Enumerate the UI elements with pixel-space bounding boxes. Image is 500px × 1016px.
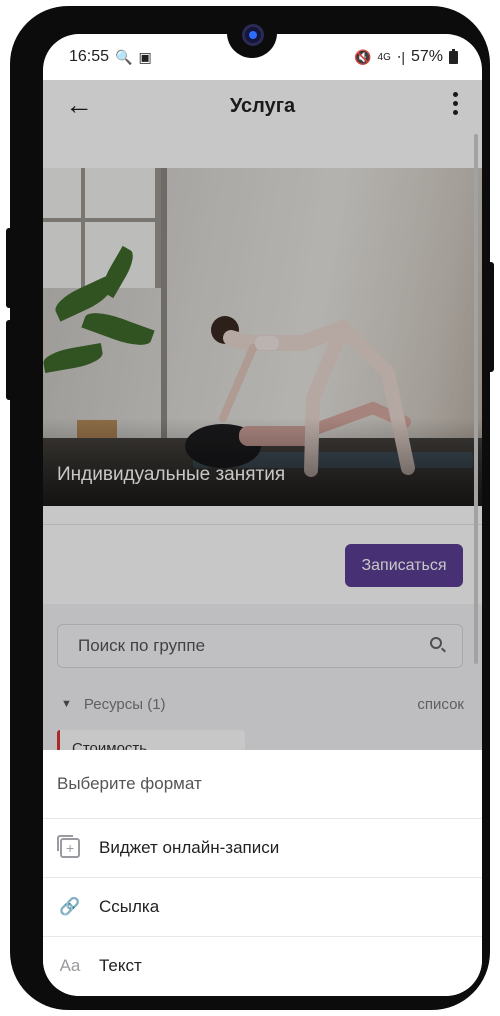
battery-icon: [449, 48, 458, 64]
front-camera: [242, 24, 264, 46]
modal-backdrop[interactable]: [43, 80, 482, 750]
mute-icon: 🔇: [354, 48, 372, 65]
screen: 16:55 🔍 ▣ 🔇 4G ‧| 57% ← Услуга Индивидуа…: [43, 34, 482, 996]
format-option-label: Текст: [99, 956, 142, 975]
text-icon: Aa: [59, 956, 81, 975]
battery-percent: 57%: [410, 48, 443, 65]
status-time: 16:55: [69, 48, 110, 65]
signal-icon: ‧|: [396, 48, 405, 65]
sheet-title: Выберите формат: [57, 774, 202, 793]
format-option-label: Ссылка: [99, 897, 160, 916]
widget-icon: +: [57, 835, 83, 861]
format-option-label: Виджет онлайн-записи: [99, 838, 280, 857]
link-icon: 🔗: [59, 897, 81, 916]
format-option-text[interactable]: Aa Текст: [43, 937, 482, 995]
screen-record-icon: ▣: [138, 48, 152, 65]
phone-frame: 16:55 🔍 ▣ 🔇 4G ‧| 57% ← Услуга Индивидуа…: [10, 6, 490, 1010]
format-bottom-sheet: Выберите формат + Виджет онлайн-записи 🔗…: [43, 750, 482, 996]
search-icon: 🔍: [115, 48, 133, 65]
network-type: 4G: [377, 51, 391, 63]
format-option-link[interactable]: 🔗 Ссылка: [43, 878, 482, 936]
format-option-widget[interactable]: + Виджет онлайн-записи: [43, 819, 482, 877]
